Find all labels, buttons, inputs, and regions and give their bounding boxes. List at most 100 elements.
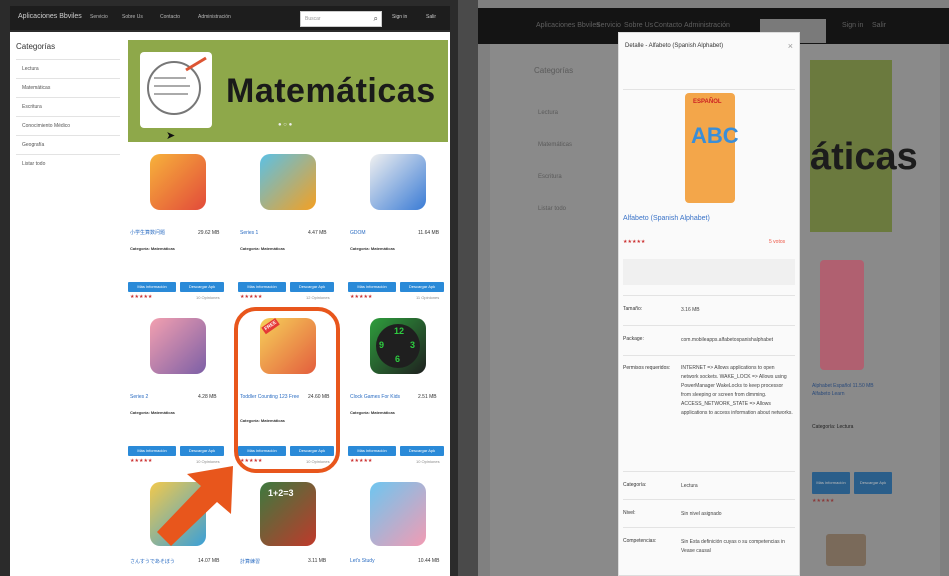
left-screenshot: Aplicaciones Bbviles Servicio Sobre Us C… <box>0 0 458 576</box>
chalkboard-math-icon[interactable]: 1+2=3 <box>260 482 316 546</box>
app-size: 3.11 MB <box>308 558 327 564</box>
download-apk-button[interactable]: Descargar Apk <box>400 446 444 456</box>
family-photo-icon[interactable] <box>150 318 206 374</box>
app-size: 11.50 MB <box>852 383 874 389</box>
detail-row-level: Nivel: Sin nivel asignado <box>623 499 795 528</box>
app-thumbnail <box>820 260 864 370</box>
logout-link[interactable]: Salir <box>426 14 436 20</box>
sidebar-item-listar: Listar todo <box>538 206 567 212</box>
sidebar-item-matematicas: Matemáticas <box>538 142 573 148</box>
green-clock-icon[interactable]: 12 9 3 6 <box>370 318 426 374</box>
app-title-link[interactable]: Series 2 <box>130 394 148 401</box>
carousel-indicators[interactable]: ● ○ ● <box>278 122 292 128</box>
star-rating: ★★★★★ <box>350 294 373 300</box>
detail-label: Tamaño: <box>623 306 643 312</box>
chalkboard-text: 1+2=3 <box>268 488 294 498</box>
app-title-link[interactable]: さんすうであそぼう <box>130 558 175 565</box>
nav-link-sobre: Sobre Us <box>624 22 654 29</box>
app-size: 10.44 MB <box>418 558 440 564</box>
more-info-button[interactable]: Más información <box>128 446 176 456</box>
modal-title: Detalle - Alfabeto (Spanish Alphabet) <box>625 43 724 49</box>
divider <box>623 89 795 90</box>
app-title-link[interactable]: 計算練習 <box>240 558 260 565</box>
magnifier-icon <box>147 56 207 115</box>
app-title-text: Alphabet Español <box>812 383 852 389</box>
app-title-link[interactable]: Let's Study <box>350 558 375 564</box>
brand-link: Aplicaciones Bbviles <box>536 22 600 29</box>
search-icon[interactable]: ⌕ <box>374 14 378 24</box>
search-input[interactable]: Buscar ⌕ <box>300 11 382 27</box>
app-detail-modal: Detalle - Alfabeto (Spanish Alphabet) × … <box>618 32 800 576</box>
app-thumbnail <box>826 534 866 566</box>
nav-link-contacto[interactable]: Contacto <box>160 14 180 20</box>
download-apk-button[interactable]: Descargar Apk <box>400 282 444 292</box>
sidebar-item-listar[interactable]: Listar todo <box>16 154 120 173</box>
app-size: 4.28 MB <box>198 394 217 400</box>
bars-chart-icon[interactable] <box>260 154 316 210</box>
clock-digit: 3 <box>410 340 416 350</box>
banner-title: áticas <box>810 136 918 178</box>
sidebar-item-escritura: Escritura <box>538 174 562 180</box>
girl-math-icon[interactable] <box>370 482 426 546</box>
app-title-link[interactable]: 小学生算数问题 <box>130 230 165 237</box>
app-name-link[interactable]: Alfabeto (Spanish Alphabet) <box>623 215 710 222</box>
carousel-banner[interactable]: Matemáticas ● ○ ● <box>128 40 448 142</box>
detail-label: Permisos requeridos: <box>623 365 671 371</box>
nav-link-servicio[interactable]: Servicio <box>90 14 108 20</box>
brand-link[interactable]: Aplicaciones Bbviles <box>18 13 82 20</box>
nav-link-contacto: Contacto <box>654 22 683 29</box>
icon-letters: ABC <box>691 123 739 148</box>
search-placeholder: Buscar <box>305 16 321 22</box>
detail-label: Categoría: <box>623 482 647 488</box>
app-category: Categoría: Matemáticas <box>350 246 395 251</box>
more-info-button: Más información <box>812 472 850 494</box>
sidebar-item-geografia[interactable]: Geografía <box>16 135 120 154</box>
app-size: 29.62 MB <box>198 230 220 236</box>
detail-row-package: Package: com.mobileapps.alfabetospanisha… <box>623 325 795 356</box>
more-info-button[interactable]: Más información <box>348 446 396 456</box>
app-title-link[interactable]: Clock Games For Kids <box>350 394 400 401</box>
download-apk-button[interactable]: Descargar Apk <box>180 446 224 456</box>
sidebar-item-lectura[interactable]: Lectura <box>16 59 120 78</box>
hero-boy-icon[interactable] <box>150 154 206 210</box>
sidebar-item-matematicas[interactable]: Matemáticas <box>16 78 120 97</box>
app-subtitle: Alfabeto Learn <box>812 391 845 397</box>
app-title: Alphabet Español 11.50 MB Alfabeto Learn <box>812 382 874 398</box>
arrow-pointer-icon <box>157 466 233 546</box>
highlight-circle <box>234 307 340 473</box>
app-title-link[interactable]: GDOM <box>350 230 366 237</box>
sidebar-item-conocimiento[interactable]: Conocimiento Médico <box>16 116 120 135</box>
sign-in-link[interactable]: Sign in <box>392 14 407 20</box>
detail-value: Sin nivel asignado <box>681 511 722 517</box>
more-info-button[interactable]: Más información <box>348 282 396 292</box>
download-apk-button[interactable]: Descargar Apk <box>180 282 224 292</box>
app-category: Categoría: Lectura <box>812 424 854 430</box>
star-rating: ★★★★★ <box>812 498 835 504</box>
nav-link-sobre[interactable]: Sobre Us <box>122 14 143 20</box>
more-info-button[interactable]: Más información <box>128 282 176 292</box>
banner-illustration <box>140 52 212 128</box>
star-rating: ★★★★★ <box>350 458 373 464</box>
mouse-cursor-icon: ➤ <box>166 130 176 142</box>
app-size: 2.51 MB <box>418 394 437 400</box>
star-rating: ★★★★★ <box>240 294 263 300</box>
app-size: 4.47 MB <box>308 230 327 236</box>
more-info-button[interactable]: Más información <box>238 282 286 292</box>
app-size: 14.07 MB <box>198 558 220 564</box>
sidebar-item-escritura[interactable]: Escritura <box>16 97 120 116</box>
vote-count: 11 Opiniones <box>416 295 440 300</box>
nav-link-servicio: Servicio <box>596 22 621 29</box>
clock-digit: 6 <box>395 354 401 364</box>
vote-count: 12 Opiniones <box>306 295 330 300</box>
vote-count: 5 votos <box>769 239 786 245</box>
app-title-link[interactable]: Series 1 <box>240 230 258 237</box>
download-apk-button[interactable]: Descargar Apk <box>290 282 334 292</box>
star-rating: ★★★★★ <box>130 294 153 300</box>
vote-count: 10 Opiniones <box>196 295 220 300</box>
category-sidebar: Categorías Lectura Matemáticas Escritura… <box>16 42 120 173</box>
clock-digit: 12 <box>394 326 405 336</box>
rocket-shapes-icon[interactable] <box>370 154 426 210</box>
app-size: 11.64 MB <box>418 230 440 236</box>
close-icon[interactable]: × <box>788 41 793 51</box>
nav-link-admin[interactable]: Administración <box>198 14 231 20</box>
